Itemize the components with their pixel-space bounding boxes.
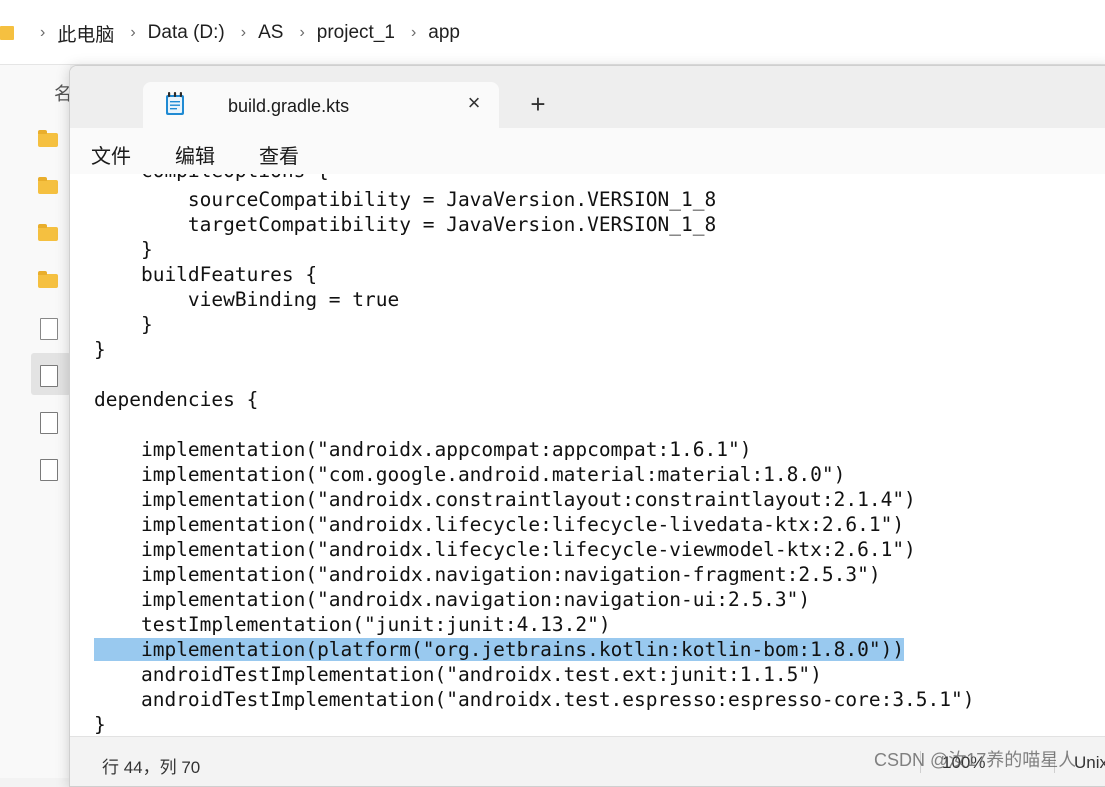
explorer-address-bar: › 此电脑 › Data (D:) › AS › project_1 › app: [0, 0, 1105, 65]
code-line: implementation("androidx.navigation:navi…: [94, 588, 811, 611]
cursor-position: 行 44，列 70: [102, 758, 201, 777]
settings-file-icon[interactable]: [40, 318, 58, 340]
code-line: }: [94, 238, 153, 261]
code-line: compileOptions {: [94, 174, 329, 183]
code-line: implementation("androidx.navigation:navi…: [94, 563, 881, 586]
folder-icon[interactable]: [38, 130, 58, 147]
tab-build-gradle[interactable]: build.gradle.kts ×: [143, 82, 499, 128]
code-line: implementation("androidx.constraintlayou…: [94, 488, 916, 511]
file-icon[interactable]: [40, 459, 58, 481]
code-line-selected: implementation(platform("org.jetbrains.k…: [94, 637, 905, 662]
tab-title: build.gradle.kts: [228, 96, 350, 116]
code-line: implementation("androidx.appcompat:appco…: [94, 438, 752, 461]
chevron-right-icon: ›: [40, 24, 46, 41]
chevron-right-icon: ›: [240, 24, 247, 41]
code-line: sourceCompatibility = JavaVersion.VERSIO…: [94, 188, 717, 211]
notepad-window: build.gradle.kts × + 文件 编辑 查看 compileOpt…: [69, 65, 1105, 787]
code-line: implementation("androidx.lifecycle:lifec…: [94, 538, 916, 561]
breadcrumb-item-data-drive[interactable]: Data (D:): [148, 22, 225, 44]
selected-text: implementation(platform("org.jetbrains.k…: [140, 638, 905, 661]
menu-file[interactable]: 文件: [91, 140, 131, 169]
breadcrumb-item-this-pc[interactable]: 此电脑: [57, 20, 114, 47]
code-line: implementation("androidx.lifecycle:lifec…: [94, 513, 905, 536]
code-line: testImplementation("junit:junit:4.13.2"): [94, 613, 611, 636]
menu-edit[interactable]: 编辑: [175, 140, 215, 169]
code-line: }: [94, 338, 106, 361]
breadcrumb: › 此电脑 › Data (D:) › AS › project_1 › app: [0, 20, 460, 46]
folder-icon[interactable]: [38, 271, 58, 288]
breadcrumb-item-as[interactable]: AS: [258, 22, 283, 44]
title-bar: build.gradle.kts × +: [70, 66, 1105, 128]
code-line: }: [94, 713, 106, 734]
code-line: androidTestImplementation("androidx.test…: [94, 688, 975, 711]
code-line: }: [94, 313, 153, 336]
code-line: viewBinding = true: [94, 288, 400, 311]
file-icon[interactable]: [40, 365, 58, 387]
folder-icon[interactable]: [38, 177, 58, 194]
watermark: CSDN @汝17养的喵星人: [874, 750, 1077, 770]
code-line: dependencies {: [94, 388, 259, 411]
code-line: buildFeatures {: [94, 263, 318, 286]
line-ending[interactable]: Unix: [1074, 753, 1105, 773]
close-tab-icon[interactable]: ×: [461, 90, 487, 116]
chevron-right-icon: ›: [130, 24, 136, 41]
breadcrumb-item-app[interactable]: app: [428, 22, 460, 44]
new-tab-icon[interactable]: +: [524, 90, 552, 118]
explorer-file-list: [0, 65, 70, 778]
menu-view[interactable]: 查看: [259, 140, 299, 169]
breadcrumb-item-project[interactable]: project_1: [317, 22, 395, 44]
text-file-icon[interactable]: [40, 412, 58, 434]
code-line: androidTestImplementation("androidx.test…: [94, 663, 822, 686]
folder-icon[interactable]: [38, 224, 58, 241]
menu-bar: 文件 编辑 查看: [70, 128, 1105, 174]
chevron-right-icon: ›: [410, 24, 417, 41]
chevron-right-icon: ›: [299, 24, 305, 41]
folder-icon: [0, 26, 14, 40]
code-line: implementation("com.google.android.mater…: [94, 463, 846, 486]
text-editor[interactable]: compileOptions { sourceCompatibility = J…: [70, 174, 1105, 734]
code-line: targetCompatibility = JavaVersion.VERSIO…: [94, 213, 717, 236]
notepad-icon: [166, 92, 184, 115]
